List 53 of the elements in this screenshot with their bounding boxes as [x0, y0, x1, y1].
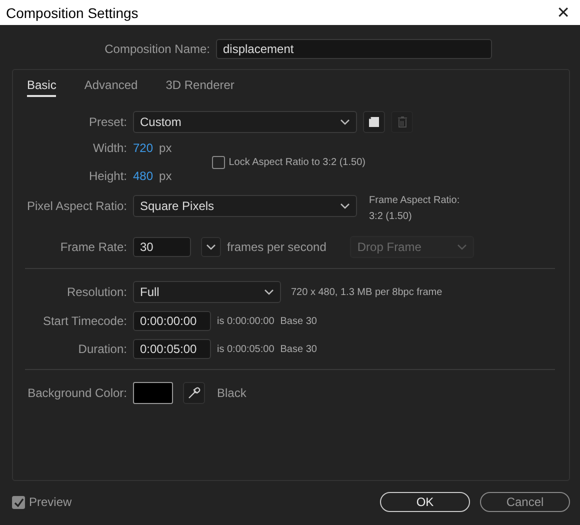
tab[interactable]: 3D Renderer [166, 76, 234, 97]
field-label: Width: [92, 141, 127, 155]
caret-icon [340, 203, 350, 209]
window-title: Composition Settings [6, 4, 138, 20]
field-label: Start Timecode: [42, 314, 127, 328]
field-label: Resolution: [66, 285, 127, 299]
base-info: Base 30 [280, 344, 317, 354]
frame-rate-field[interactable]: 30 [133, 237, 191, 257]
preview-label: Preview [29, 495, 72, 509]
unit-label: px [159, 169, 172, 183]
caret-icon [340, 119, 350, 125]
frame-rate-dropdown[interactable] [201, 237, 221, 257]
tab[interactable]: Basic [27, 76, 56, 97]
base-info: Base 30 [280, 316, 317, 326]
resolution-info: 720 x 480, 1.3 MB per 8bpc frame [291, 286, 442, 298]
unit-label: px [159, 141, 172, 155]
tab[interactable]: Advanced [84, 76, 138, 97]
timecode-field[interactable]: 0:00:00:00 [133, 311, 211, 331]
eyedropper-icon [187, 386, 201, 400]
lock-checkbox[interactable] [212, 156, 225, 168]
color-name: Black [217, 386, 246, 400]
width-value[interactable]: 720 [133, 141, 154, 155]
field-label: Pixel Aspect Ratio: [26, 198, 127, 215]
field-label: Background Color: [26, 386, 127, 400]
trash-icon [396, 116, 408, 128]
unit-label: frames per second [227, 240, 326, 254]
caret-icon [264, 289, 274, 295]
timecode-field[interactable]: 0:00:05:00 [133, 339, 211, 359]
timecode-info: is 0:00:05:00 [217, 344, 274, 354]
caret-icon [457, 244, 468, 250]
resolution-dropdown[interactable]: Full [133, 281, 281, 303]
ok-button[interactable]: OK [380, 492, 470, 512]
eyedropper-button[interactable] [183, 382, 205, 404]
frame-aspect-value: 3:2 (1.50) [369, 211, 413, 222]
preset-dropdown[interactable]: Custom [133, 111, 357, 133]
color-swatch[interactable] [133, 382, 173, 404]
field-label: Frame Rate: [59, 240, 127, 254]
height-value[interactable]: 480 [133, 169, 154, 183]
field-label: Height: [88, 169, 127, 183]
timecode-info: is 0:00:00:00 [217, 316, 274, 326]
close-button[interactable]: ✕ [552, 3, 574, 22]
save-preset-button[interactable] [363, 111, 385, 133]
caret-icon [206, 244, 216, 250]
cancel-button[interactable]: Cancel [480, 492, 570, 512]
field-label: Preset: [88, 115, 127, 129]
lock-label: Lock Aspect Ratio to 3:2 (1.50) [228, 156, 366, 168]
field-label: Composition Name: [104, 42, 210, 56]
field-label: Duration: [77, 342, 127, 356]
preview-checkbox[interactable] [12, 496, 25, 508]
pixel-aspect-dropdown[interactable]: Square Pixels [133, 195, 357, 217]
name-field[interactable]: displacement [216, 39, 492, 59]
page-icon [368, 116, 380, 128]
frame-aspect-label: Frame Aspect Ratio: [369, 195, 460, 206]
